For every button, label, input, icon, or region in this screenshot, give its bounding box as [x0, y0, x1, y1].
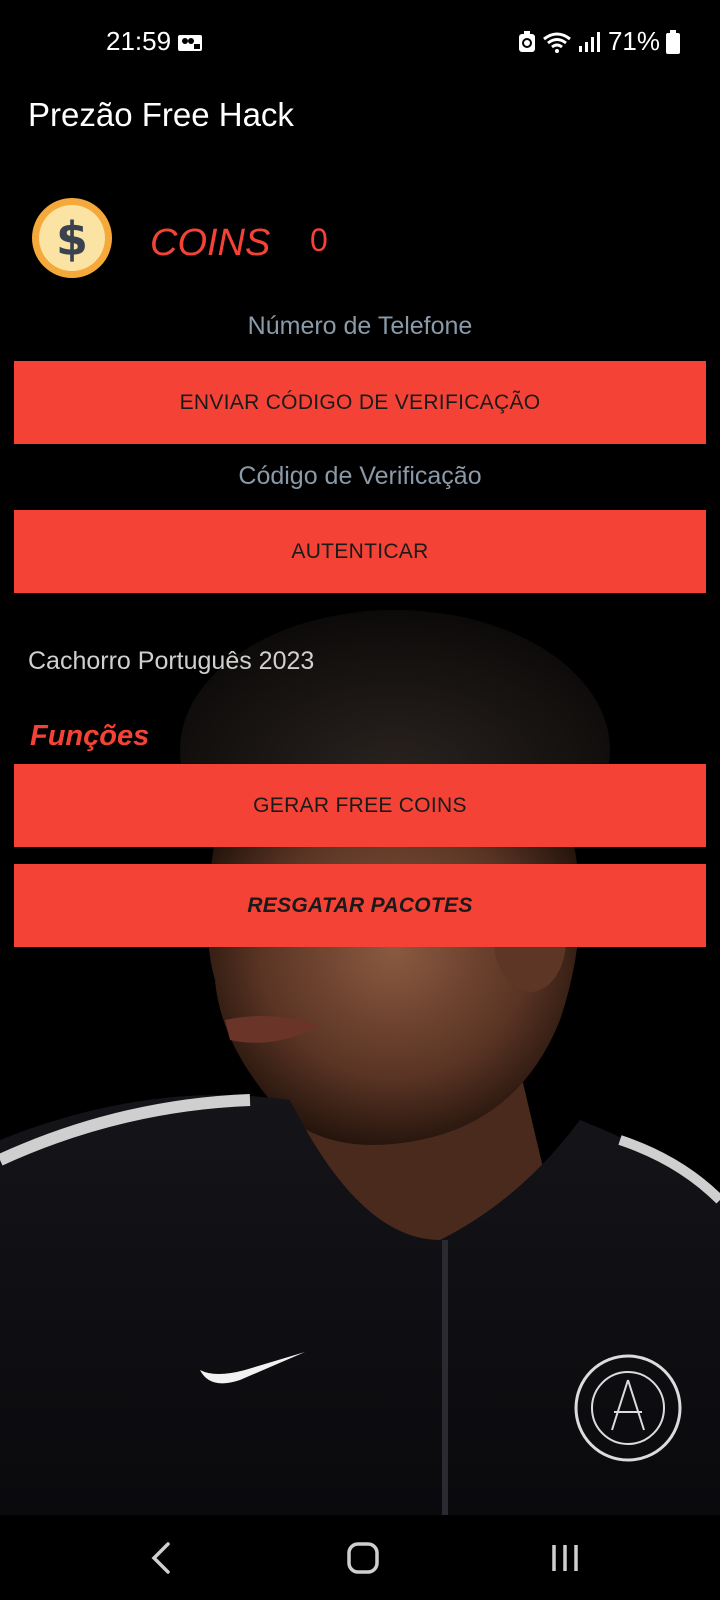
status-bar: 21:59 71%: [0, 0, 720, 86]
battery-icon: [666, 29, 680, 54]
app-title: Prezão Free Hack: [28, 96, 294, 133]
status-time: 21:59: [106, 26, 172, 56]
recent-apps-icon[interactable]: [540, 1535, 590, 1581]
home-icon[interactable]: [338, 1535, 388, 1581]
credit-text: Cachorro Português 2023: [28, 647, 315, 675]
battery-percentage: 71%: [607, 26, 660, 56]
back-icon[interactable]: [136, 1535, 186, 1581]
verification-code-field[interactable]: Código de Verificação: [0, 462, 720, 491]
status-icons: 71%: [518, 26, 680, 57]
functions-title: Funções: [30, 720, 150, 752]
wifi-icon: [543, 32, 571, 53]
notification-icon: [178, 35, 202, 51]
navigation-bar: [0, 1515, 720, 1600]
coins-label: COINS: [150, 222, 271, 264]
signal-icon: [578, 31, 600, 52]
authenticate-button[interactable]: AUTENTICAR: [14, 510, 706, 593]
generate-free-coins-button[interactable]: GERAR FREE COINS: [14, 764, 706, 847]
battery-saver-icon: [518, 30, 535, 52]
send-verification-code-button[interactable]: ENVIAR CÓDIGO DE VERIFICAÇÃO: [14, 361, 706, 444]
coins-value: 0: [310, 222, 328, 258]
phone-number-field[interactable]: Número de Telefone: [0, 312, 720, 341]
dollar-coin-icon: $: [32, 198, 112, 278]
redeem-packages-button[interactable]: RESGATAR PACOTES: [14, 864, 706, 947]
svg-text:$: $: [56, 212, 88, 266]
